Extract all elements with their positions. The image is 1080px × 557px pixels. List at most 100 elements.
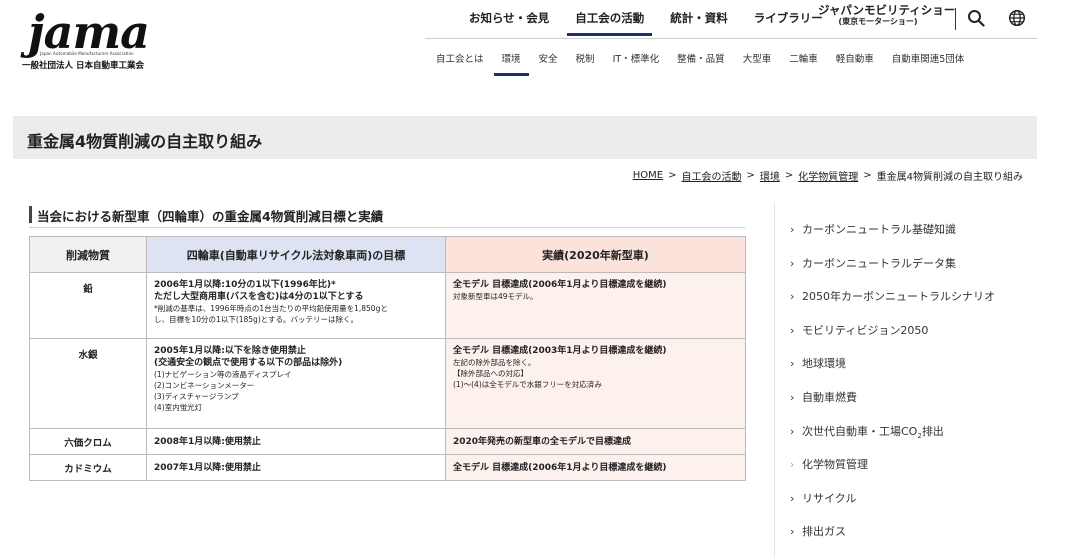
page-title-band: 重金属4物質削減の自主取り組み (13, 116, 1037, 159)
sub-nav-heavy-vehicles[interactable]: 大型車 (743, 51, 772, 65)
chevron-right-icon: › (790, 525, 795, 539)
sidebar-item-cn-data[interactable]: › カーボンニュートラルデータ集 (790, 247, 1070, 281)
chevron-right-icon: › (790, 458, 795, 472)
breadcrumb-separator: > (668, 170, 677, 181)
sidebar-item-label: 2050年カーボンニュートラルシナリオ (802, 290, 995, 304)
sidebar-item-label: 次世代自動車・工場CO2排出 (802, 424, 944, 440)
sidebar-item-label: リサイクル (802, 491, 857, 505)
breadcrumb-activities[interactable]: 自工会の活動 (681, 168, 741, 183)
sidebar-item-mobility-vision[interactable]: › モビリティビジョン2050 (790, 314, 1070, 348)
top-nav: お知らせ・会見 自工会の活動 統計・資料 ライブラリー (469, 6, 849, 36)
sidebar-item-label: 排出ガス (802, 525, 846, 539)
mobility-show-subtitle: (東京モーターショー) (838, 17, 918, 26)
target-note: (1)ナビゲーション等の液晶ディスプレイ (154, 370, 292, 379)
result-cell: 2020年発売の新型車の全モデルで目標達成 (445, 428, 746, 455)
sidebar-item-next-gen-co2[interactable]: › 次世代自動車・工場CO2排出 (790, 415, 1070, 449)
sub-nav-tax[interactable]: 税制 (576, 51, 595, 65)
sidebar-item-label: カーボンニュートラルデータ集 (802, 256, 956, 270)
table-header-row: 削減物質 四輪車(自動車リサイクル法対象車両)の目標 実績(2020年新型車) (29, 236, 746, 273)
sub-nav-motorcycles[interactable]: 二輪車 (789, 51, 818, 65)
jama-logo[interactable]: jama Japan Automobile Manufacturers Asso… (22, 6, 162, 71)
result-cell: 全モデル 目標達成(2006年1月より目標達成を継続) 対象新型車は49モデル。 (445, 272, 746, 339)
sub-nav-safety[interactable]: 安全 (539, 51, 558, 65)
breadcrumb-environment[interactable]: 環境 (760, 168, 780, 183)
sidebar-item-label: 自動車燃費 (802, 390, 857, 404)
breadcrumb-separator: > (863, 170, 872, 181)
sidebar-item-fuel-economy[interactable]: › 自動車燃費 (790, 381, 1070, 415)
mobility-show-link[interactable]: ジャパンモビリティショー (東京モーターショー) (818, 3, 956, 28)
heavy-metals-table: 削減物質 四輪車(自動車リサイクル法対象車両)の目標 実績(2020年新型車) … (29, 236, 746, 481)
target-note: *削減の基準は、1996年時点の1台当たりの平均鉛使用量を1,850gと (154, 304, 388, 313)
header-rule (425, 38, 1037, 39)
page-title: 重金属4物質削減の自主取り組み (27, 132, 263, 151)
sub-nav-about[interactable]: 自工会とは (436, 51, 484, 65)
target-cell: 2008年1月以降:使用禁止 (146, 428, 446, 455)
search-icon[interactable] (967, 9, 985, 27)
top-nav-news[interactable]: お知らせ・会見 (469, 10, 549, 26)
mobility-show-title: ジャパンモビリティショー (818, 3, 956, 17)
breadcrumb-current: 重金属4物質削減の自主取り組み (876, 172, 1023, 183)
sub-nav-environment[interactable]: 環境 (493, 51, 529, 76)
sidebar-item-label: 地球環境 (802, 357, 846, 371)
sidebar-item-cn-basics[interactable]: › カーボンニュートラル基礎知識 (790, 213, 1070, 247)
table-row: 六価クロム 2008年1月以降:使用禁止 2020年発売の新型車の全モデルで目標… (29, 428, 746, 455)
substance-cell: カドミウム (29, 454, 147, 481)
column-header-result: 実績(2020年新型車) (445, 236, 746, 273)
breadcrumb-home[interactable]: HOME (633, 170, 663, 181)
result-cell: 全モデル 目標達成(2006年1月より目標達成を継続) (445, 454, 746, 481)
section-heading-bar (29, 206, 32, 223)
section-title: 当会における新型車（四輪車）の重金属4物質削減目標と実績 (37, 209, 384, 224)
sidebar-item-label-main: 次世代自動車・工場CO (802, 424, 918, 438)
top-nav-activities[interactable]: 自工会の活動 (567, 10, 653, 36)
result-note: 【除外部品への対応】 (453, 369, 528, 378)
chevron-right-icon: › (790, 323, 795, 337)
target-note: し、目標を10分の1以下(185g)とする。バッテリーは除く。 (154, 315, 359, 324)
logo-org-name: 一般社団法人 日本自動車工業会 (22, 61, 144, 71)
sub-nav-maintenance-quality[interactable]: 整備・品質 (677, 51, 725, 65)
result-cell: 全モデル 目標達成(2003年1月より目標達成を継続) 左記の除外部品を除く。 … (445, 338, 746, 429)
chevron-right-icon: › (790, 290, 795, 304)
globe-icon[interactable] (1008, 9, 1026, 27)
target-cell: 2007年1月以降:使用禁止 (146, 454, 446, 481)
chevron-right-icon: › (790, 491, 795, 505)
sidebar-item-global-environment[interactable]: › 地球環境 (790, 347, 1070, 381)
target-text: 2008年1月以降:使用禁止 (154, 436, 261, 447)
section-heading: 当会における新型車（四輪車）の重金属4物質削減目標と実績 (29, 204, 745, 228)
sidebar-item-cn-scenario[interactable]: › 2050年カーボンニュートラルシナリオ (790, 280, 1070, 314)
target-cell: 2005年1月以降:以下を除き使用禁止 (交通安全の観点で使用する以下の部品は除… (146, 338, 446, 429)
breadcrumb-separator: > (784, 170, 794, 181)
top-nav-library[interactable]: ライブラリー (754, 10, 823, 26)
target-note: (4)室内蛍光灯 (154, 403, 203, 412)
top-nav-statistics[interactable]: 統計・資料 (670, 10, 728, 26)
sidebar-item-label: モビリティビジョン2050 (802, 323, 929, 337)
column-header-substance: 削減物質 (29, 236, 147, 273)
result-text: 全モデル 目標達成(2006年1月より目標達成を継続) (453, 280, 667, 290)
result-note: (1)〜(4)は全モデルで水銀フリーを対応済み (453, 380, 602, 389)
result-note: 左記の除外部品を除く。 (453, 358, 536, 367)
sub-nav-it-standards[interactable]: IT・標準化 (613, 51, 660, 65)
sidebar-item-chemical-management[interactable]: › 化学物質管理 (790, 448, 1070, 482)
sidebar-item-label: 化学物質管理 (802, 458, 868, 472)
substance-cell: 水銀 (29, 338, 147, 429)
target-text: 2005年1月以降:以下を除き使用禁止 (154, 346, 306, 356)
substance-cell: 鉛 (29, 272, 147, 339)
sidebar-item-label: カーボンニュートラル基礎知識 (802, 223, 956, 236)
target-text: 2007年1月以降:使用禁止 (154, 462, 261, 473)
header-divider (955, 8, 956, 30)
sidebar-item-recycling[interactable]: › リサイクル (790, 482, 1070, 516)
logo-subtitle: Japan Automobile Manufacturers Associati… (40, 51, 134, 56)
sub-nav-kei-cars[interactable]: 軽自動車 (836, 51, 874, 65)
chevron-right-icon: › (790, 424, 795, 438)
table-row: 水銀 2005年1月以降:以下を除き使用禁止 (交通安全の観点で使用する以下の部… (29, 338, 746, 429)
sidebar-nav: › カーボンニュートラル基礎知識 › カーボンニュートラルデータ集 › 2050年カー… (790, 213, 1070, 549)
breadcrumb-separator: > (746, 170, 755, 181)
target-note: (3)ディスチャージランプ (154, 392, 239, 401)
sidebar-item-emissions[interactable]: › 排出ガス (790, 515, 1070, 549)
result-text: 全モデル 目標達成(2003年1月より目標達成を継続) (453, 346, 667, 356)
result-text: 2020年発売の新型車の全モデルで目標達成 (453, 436, 632, 447)
breadcrumb-chemical-management[interactable]: 化学物質管理 (798, 168, 858, 183)
result-note: 対象新型車は49モデル。 (453, 292, 538, 301)
sub-nav: 自工会とは 環境 安全 税制 IT・標準化 整備・品質 大型車 二輪車 軽自動車… (436, 51, 982, 76)
sub-nav-related-orgs[interactable]: 自動車関連5団体 (892, 51, 965, 65)
sidebar-item-label-suffix: 排出 (921, 424, 944, 438)
